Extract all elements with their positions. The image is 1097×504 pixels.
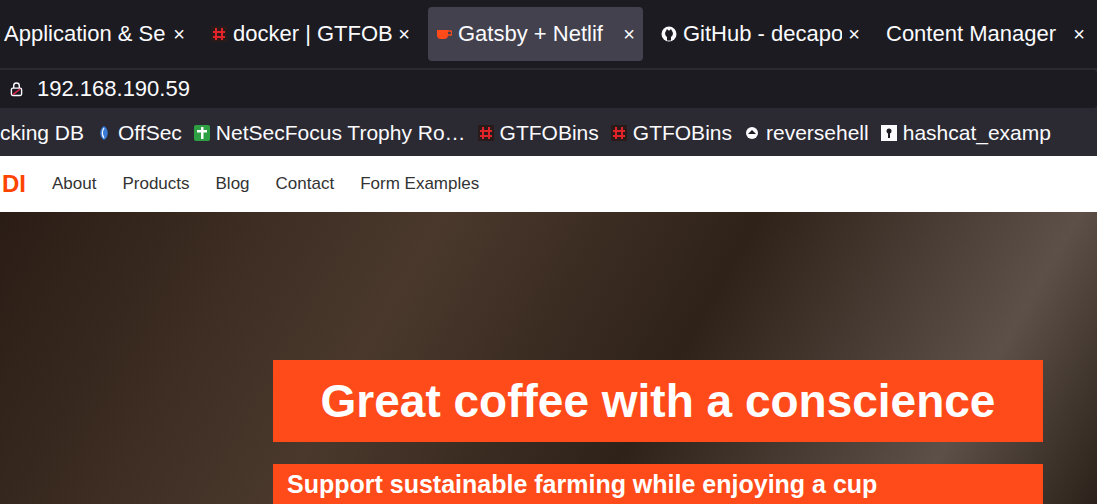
github-icon <box>661 26 677 42</box>
tab-close-button[interactable]: × <box>623 23 635 46</box>
bookmarks-bar: cking DB OffSec NetSecFocus Trophy Ro… GTFO… <box>0 110 1097 156</box>
bookmark-label: NetSecFocus Trophy Ro… <box>216 121 466 145</box>
hero-title: Great coffee with a conscience <box>273 360 1043 442</box>
bookmark[interactable]: cking DB <box>0 121 84 145</box>
tab-close-button[interactable]: × <box>1073 23 1085 46</box>
hero-banner: Great coffee with a conscience Support su… <box>0 212 1097 504</box>
browser-tab[interactable]: GitHub - decapo × <box>653 7 868 61</box>
bookmark-label: reversehell <box>766 121 869 145</box>
bookmark-label: GTFOBins <box>633 121 732 145</box>
coffee-cup-icon <box>436 26 452 42</box>
tab-label: GitHub - decapo <box>683 21 842 47</box>
tab-close-button[interactable]: × <box>848 23 860 46</box>
hero-subtitle: Support sustainable farming while enjoyi… <box>273 464 1043 504</box>
nav-link[interactable]: Blog <box>216 174 250 194</box>
bookmark-label: OffSec <box>118 121 182 145</box>
gtfobins-icon <box>611 125 627 141</box>
browser-tab[interactable]: Gatsby + Netlif × <box>428 7 643 61</box>
site-logo[interactable]: DI <box>2 170 26 198</box>
gtfobins-icon <box>478 125 494 141</box>
tab-label: Content Manager <box>886 21 1067 47</box>
tab-close-button[interactable]: × <box>398 23 410 46</box>
bookmark[interactable]: NetSecFocus Trophy Ro… <box>194 121 466 145</box>
address-bar[interactable]: 192.168.190.59 <box>0 70 1097 108</box>
netsecfocus-icon <box>194 125 210 141</box>
bookmark[interactable]: GTFOBins <box>478 121 599 145</box>
navigation-bar: 192.168.190.59 <box>0 68 1097 110</box>
reverse-shell-icon <box>744 125 760 141</box>
bookmark[interactable]: reversehell <box>744 121 869 145</box>
bookmark-label: hashcat_examp <box>903 121 1051 145</box>
browser-tab[interactable]: Application & Se × <box>0 7 193 61</box>
bookmark[interactable]: OffSec <box>96 121 182 145</box>
tab-label: docker | GTFOB <box>233 21 392 47</box>
gtfobins-icon <box>211 26 227 42</box>
nav-link[interactable]: Contact <box>276 174 335 194</box>
site-navbar: DI About Products Blog Contact Form Examples <box>0 156 1097 212</box>
offsec-icon <box>96 125 112 141</box>
tab-label: Gatsby + Netlif <box>458 21 617 47</box>
hashcat-icon <box>881 125 897 141</box>
url-text: 192.168.190.59 <box>37 76 190 102</box>
nav-link[interactable]: Form Examples <box>360 174 479 194</box>
bookmark[interactable]: GTFOBins <box>611 121 732 145</box>
nav-link[interactable]: Products <box>122 174 189 194</box>
tab-bar: Application & Se×docker | GTFOB×Gatsby +… <box>0 0 1097 68</box>
browser-tab[interactable]: docker | GTFOB × <box>203 7 418 61</box>
nav-link[interactable]: About <box>52 174 96 194</box>
bookmark-label: cking DB <box>0 121 84 145</box>
tab-close-button[interactable]: × <box>173 23 185 46</box>
lock-icon <box>10 81 23 97</box>
browser-tab[interactable]: Content Manager × <box>878 7 1093 61</box>
tab-label: Application & Se <box>4 21 167 47</box>
browser-window: Application & Se×docker | GTFOB×Gatsby +… <box>0 0 1097 504</box>
bookmark[interactable]: hashcat_examp <box>881 121 1051 145</box>
bookmark-label: GTFOBins <box>500 121 599 145</box>
